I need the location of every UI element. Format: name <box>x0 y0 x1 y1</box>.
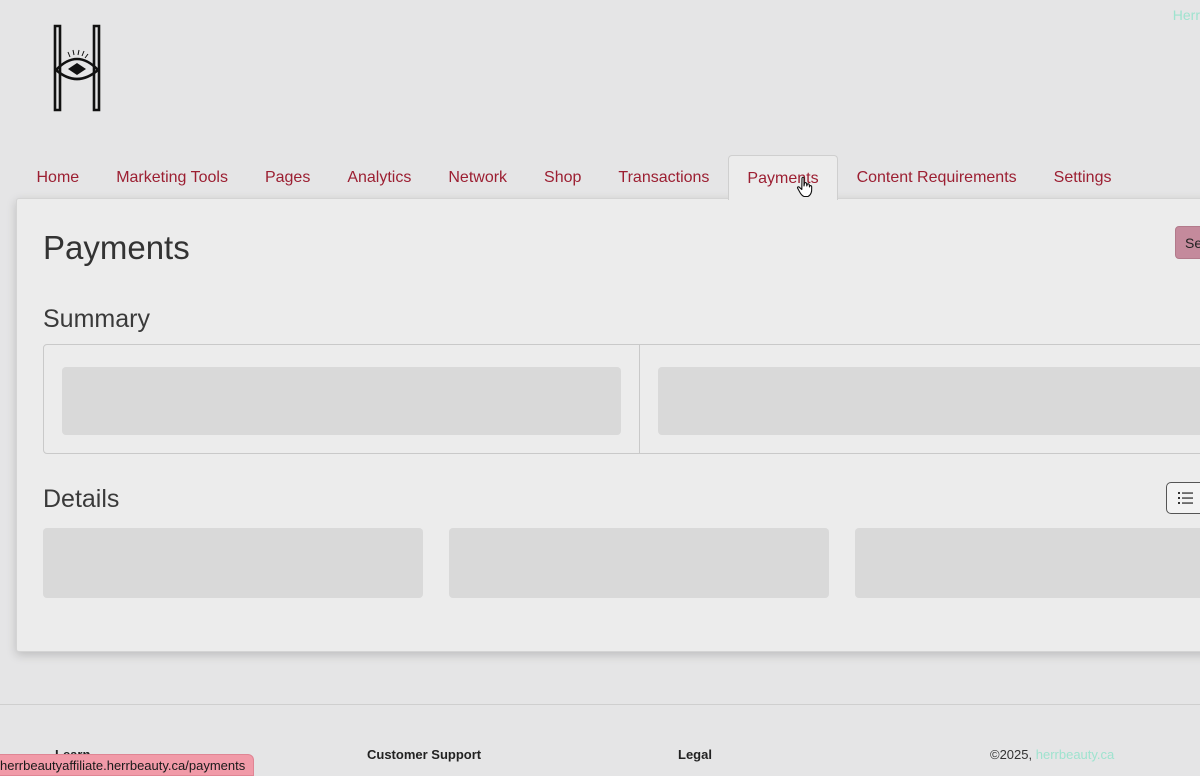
brand-logo-icon[interactable] <box>50 22 104 114</box>
page-title: Payments <box>43 229 190 266</box>
summary-skeleton-right <box>658 367 1200 435</box>
tab-settings[interactable]: Settings <box>1035 155 1130 199</box>
details-skeleton-1 <box>43 528 423 598</box>
tab-marketing-tools[interactable]: Marketing Tools <box>98 155 247 199</box>
copyright-prefix: ©2025, <box>990 747 1036 762</box>
tab-network[interactable]: Network <box>430 155 526 199</box>
footer-legal-heading: Legal <box>678 747 712 762</box>
top-right-link[interactable]: Herr <box>1173 7 1200 23</box>
tab-analytics[interactable]: Analytics <box>329 155 430 199</box>
details-heading: Details <box>43 485 120 513</box>
page: Herr Home Marketing Tools Pages Analytic… <box>0 0 1200 776</box>
footer-customer-support-heading: Customer Support <box>367 747 482 762</box>
summary-card <box>43 344 1200 454</box>
list-view-toggle-button[interactable] <box>1166 482 1200 514</box>
tab-transactions[interactable]: Transactions <box>600 155 728 199</box>
hand-pointer-icon <box>796 176 813 198</box>
copyright-link[interactable]: herrbeauty.ca <box>1036 747 1115 762</box>
tab-pages[interactable]: Pages <box>246 155 328 199</box>
summary-divider <box>639 345 640 453</box>
footer-divider <box>0 704 1200 705</box>
details-skeleton-3 <box>855 528 1200 598</box>
payments-panel: Payments Se Summary Details <box>16 198 1200 652</box>
details-skeleton-2 <box>449 528 829 598</box>
tab-content-requirements[interactable]: Content Requirements <box>838 155 1035 199</box>
tab-shop[interactable]: Shop <box>526 155 600 199</box>
main-nav-tabs: Home Marketing Tools Pages Analytics Net… <box>18 155 1130 200</box>
tab-home[interactable]: Home <box>18 155 98 199</box>
summary-heading: Summary <box>43 305 150 333</box>
list-icon <box>1178 492 1193 504</box>
status-bar-url: herrbeautyaffiliate.herrbeauty.ca/paymen… <box>0 754 255 776</box>
summary-skeleton-left <box>62 367 621 435</box>
footer-copyright: ©2025, herrbeauty.ca <box>990 747 1114 762</box>
corner-action-button[interactable]: Se <box>1175 226 1200 259</box>
tab-payments[interactable]: Payments <box>727 155 839 200</box>
